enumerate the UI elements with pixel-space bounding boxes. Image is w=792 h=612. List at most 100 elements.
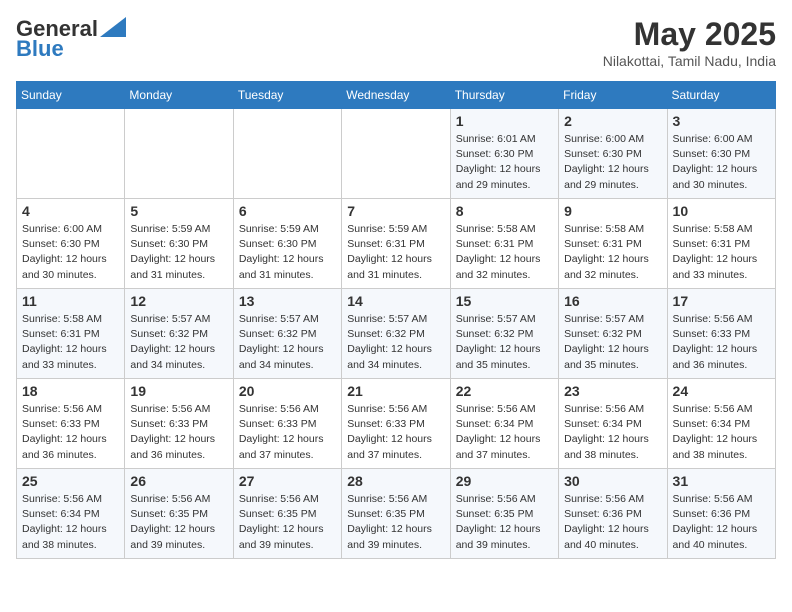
weekday-header-row: SundayMondayTuesdayWednesdayThursdayFrid…: [17, 82, 776, 109]
day-number: 20: [239, 383, 336, 399]
calendar-cell: 24Sunrise: 5:56 AM Sunset: 6:34 PM Dayli…: [667, 379, 775, 469]
day-info: Sunrise: 5:56 AM Sunset: 6:33 PM Dayligh…: [22, 402, 119, 463]
day-number: 31: [673, 473, 770, 489]
day-info: Sunrise: 6:01 AM Sunset: 6:30 PM Dayligh…: [456, 132, 553, 193]
calendar-cell: [17, 109, 125, 199]
calendar-week-row: 18 Sunrise: 5:56 AM Sunset: 6:33 PM Dayli…: [17, 379, 776, 469]
day-number: 10: [673, 203, 770, 219]
day-info: Sunrise: 5:56 AM Sunset: 6:36 PM Dayligh…: [564, 492, 661, 553]
day-info: Sunrise: 5:58 AM Sunset: 6:31 PM Dayligh…: [564, 222, 661, 283]
day-number: 18: [22, 383, 119, 399]
calendar-cell: 26 Sunrise: 5:56 AM Sunset: 6:35 PM Dayli…: [125, 469, 233, 559]
day-info: Sunrise: 6:00 AM Sunset: 6:30 PM Dayligh…: [564, 132, 661, 193]
calendar-week-row: 1 Sunrise: 6:01 AM Sunset: 6:30 PM Daylig…: [17, 109, 776, 199]
day-info: Sunrise: 5:58 AM Sunset: 6:31 PM Dayligh…: [456, 222, 553, 283]
day-number: 27: [239, 473, 336, 489]
logo: General Blue: [16, 16, 126, 62]
calendar-cell: 4 Sunrise: 6:00 AM Sunset: 6:30 PM Daylig…: [17, 199, 125, 289]
calendar-cell: 23 Sunrise: 5:56 AM Sunset: 6:34 PM Dayli…: [559, 379, 667, 469]
day-info: Sunrise: 5:56 AM Sunset: 6:35 PM Dayligh…: [347, 492, 444, 553]
calendar-cell: 1 Sunrise: 6:01 AM Sunset: 6:30 PM Daylig…: [450, 109, 558, 199]
day-info: Sunrise: 5:56 AM Sunset: 6:33 PM Dayligh…: [239, 402, 336, 463]
calendar-cell: 12 Sunrise: 5:57 AM Sunset: 6:32 PM Dayli…: [125, 289, 233, 379]
weekday-header-tuesday: Tuesday: [233, 82, 341, 109]
day-info: Sunrise: 5:59 AM Sunset: 6:30 PM Dayligh…: [239, 222, 336, 283]
calendar-cell: 11 Sunrise: 5:58 AM Sunset: 6:31 PM Dayli…: [17, 289, 125, 379]
calendar-cell: 29Sunrise: 5:56 AM Sunset: 6:35 PM Dayli…: [450, 469, 558, 559]
day-number: 22: [456, 383, 553, 399]
day-info: Sunrise: 5:57 AM Sunset: 6:32 PM Dayligh…: [130, 312, 227, 373]
day-number: 1: [456, 113, 553, 129]
calendar-cell: 17Sunrise: 5:56 AM Sunset: 6:33 PM Dayli…: [667, 289, 775, 379]
day-info: Sunrise: 5:57 AM Sunset: 6:32 PM Dayligh…: [347, 312, 444, 373]
weekday-header-friday: Friday: [559, 82, 667, 109]
day-number: 6: [239, 203, 336, 219]
day-number: 16: [564, 293, 661, 309]
day-number: 2: [564, 113, 661, 129]
day-number: 5: [130, 203, 227, 219]
day-number: 11: [22, 293, 119, 309]
logo-icon: [100, 17, 126, 37]
day-info: Sunrise: 5:56 AM Sunset: 6:33 PM Dayligh…: [130, 402, 227, 463]
calendar-cell: 3 Sunrise: 6:00 AM Sunset: 6:30 PM Daylig…: [667, 109, 775, 199]
page-header: General Blue May 2025 Nilakottai, Tamil …: [16, 16, 776, 69]
day-number: 23: [564, 383, 661, 399]
calendar-cell: 10Sunrise: 5:58 AM Sunset: 6:31 PM Dayli…: [667, 199, 775, 289]
day-info: Sunrise: 5:57 AM Sunset: 6:32 PM Dayligh…: [564, 312, 661, 373]
day-info: Sunrise: 5:56 AM Sunset: 6:34 PM Dayligh…: [456, 402, 553, 463]
day-info: Sunrise: 5:56 AM Sunset: 6:35 PM Dayligh…: [456, 492, 553, 553]
day-info: Sunrise: 6:00 AM Sunset: 6:30 PM Dayligh…: [22, 222, 119, 283]
calendar-cell: 2 Sunrise: 6:00 AM Sunset: 6:30 PM Daylig…: [559, 109, 667, 199]
day-number: 21: [347, 383, 444, 399]
month-year-title: May 2025: [603, 16, 776, 53]
day-info: Sunrise: 5:59 AM Sunset: 6:30 PM Dayligh…: [130, 222, 227, 283]
calendar-cell: 19Sunrise: 5:56 AM Sunset: 6:33 PM Dayli…: [125, 379, 233, 469]
calendar-cell: [233, 109, 341, 199]
weekday-header-monday: Monday: [125, 82, 233, 109]
calendar-cell: [125, 109, 233, 199]
calendar-cell: 20 Sunrise: 5:56 AM Sunset: 6:33 PM Dayli…: [233, 379, 341, 469]
day-number: 12: [130, 293, 227, 309]
day-info: Sunrise: 5:56 AM Sunset: 6:35 PM Dayligh…: [130, 492, 227, 553]
calendar-cell: 28 Sunrise: 5:56 AM Sunset: 6:35 PM Dayli…: [342, 469, 450, 559]
logo-blue-text: Blue: [16, 36, 64, 62]
day-number: 9: [564, 203, 661, 219]
day-number: 15: [456, 293, 553, 309]
day-info: Sunrise: 5:56 AM Sunset: 6:36 PM Dayligh…: [673, 492, 770, 553]
day-number: 3: [673, 113, 770, 129]
day-number: 26: [130, 473, 227, 489]
weekday-header-thursday: Thursday: [450, 82, 558, 109]
title-block: May 2025 Nilakottai, Tamil Nadu, India: [603, 16, 776, 69]
day-number: 30: [564, 473, 661, 489]
calendar-cell: 14 Sunrise: 5:57 AM Sunset: 6:32 PM Dayli…: [342, 289, 450, 379]
day-info: Sunrise: 5:56 AM Sunset: 6:34 PM Dayligh…: [22, 492, 119, 553]
day-number: 28: [347, 473, 444, 489]
day-info: Sunrise: 5:56 AM Sunset: 6:34 PM Dayligh…: [564, 402, 661, 463]
calendar-table: SundayMondayTuesdayWednesdayThursdayFrid…: [16, 81, 776, 559]
day-info: Sunrise: 6:00 AM Sunset: 6:30 PM Dayligh…: [673, 132, 770, 193]
day-info: Sunrise: 5:56 AM Sunset: 6:34 PM Dayligh…: [673, 402, 770, 463]
day-number: 8: [456, 203, 553, 219]
day-info: Sunrise: 5:57 AM Sunset: 6:32 PM Dayligh…: [456, 312, 553, 373]
calendar-cell: [342, 109, 450, 199]
day-info: Sunrise: 5:58 AM Sunset: 6:31 PM Dayligh…: [22, 312, 119, 373]
weekday-header-sunday: Sunday: [17, 82, 125, 109]
day-number: 14: [347, 293, 444, 309]
day-info: Sunrise: 5:56 AM Sunset: 6:33 PM Dayligh…: [347, 402, 444, 463]
day-number: 4: [22, 203, 119, 219]
calendar-cell: 16 Sunrise: 5:57 AM Sunset: 6:32 PM Dayli…: [559, 289, 667, 379]
calendar-cell: 9 Sunrise: 5:58 AM Sunset: 6:31 PM Daylig…: [559, 199, 667, 289]
calendar-cell: 25Sunrise: 5:56 AM Sunset: 6:34 PM Dayli…: [17, 469, 125, 559]
calendar-cell: 8 Sunrise: 5:58 AM Sunset: 6:31 PM Daylig…: [450, 199, 558, 289]
calendar-cell: 22 Sunrise: 5:56 AM Sunset: 6:34 PM Dayli…: [450, 379, 558, 469]
day-info: Sunrise: 5:59 AM Sunset: 6:31 PM Dayligh…: [347, 222, 444, 283]
calendar-cell: 21 Sunrise: 5:56 AM Sunset: 6:33 PM Dayli…: [342, 379, 450, 469]
calendar-cell: 30 Sunrise: 5:56 AM Sunset: 6:36 PM Dayli…: [559, 469, 667, 559]
day-info: Sunrise: 5:56 AM Sunset: 6:33 PM Dayligh…: [673, 312, 770, 373]
day-number: 13: [239, 293, 336, 309]
calendar-cell: 5 Sunrise: 5:59 AM Sunset: 6:30 PM Daylig…: [125, 199, 233, 289]
day-info: Sunrise: 5:56 AM Sunset: 6:35 PM Dayligh…: [239, 492, 336, 553]
calendar-cell: 18 Sunrise: 5:56 AM Sunset: 6:33 PM Dayli…: [17, 379, 125, 469]
calendar-cell: 13Sunrise: 5:57 AM Sunset: 6:32 PM Dayli…: [233, 289, 341, 379]
weekday-header-saturday: Saturday: [667, 82, 775, 109]
